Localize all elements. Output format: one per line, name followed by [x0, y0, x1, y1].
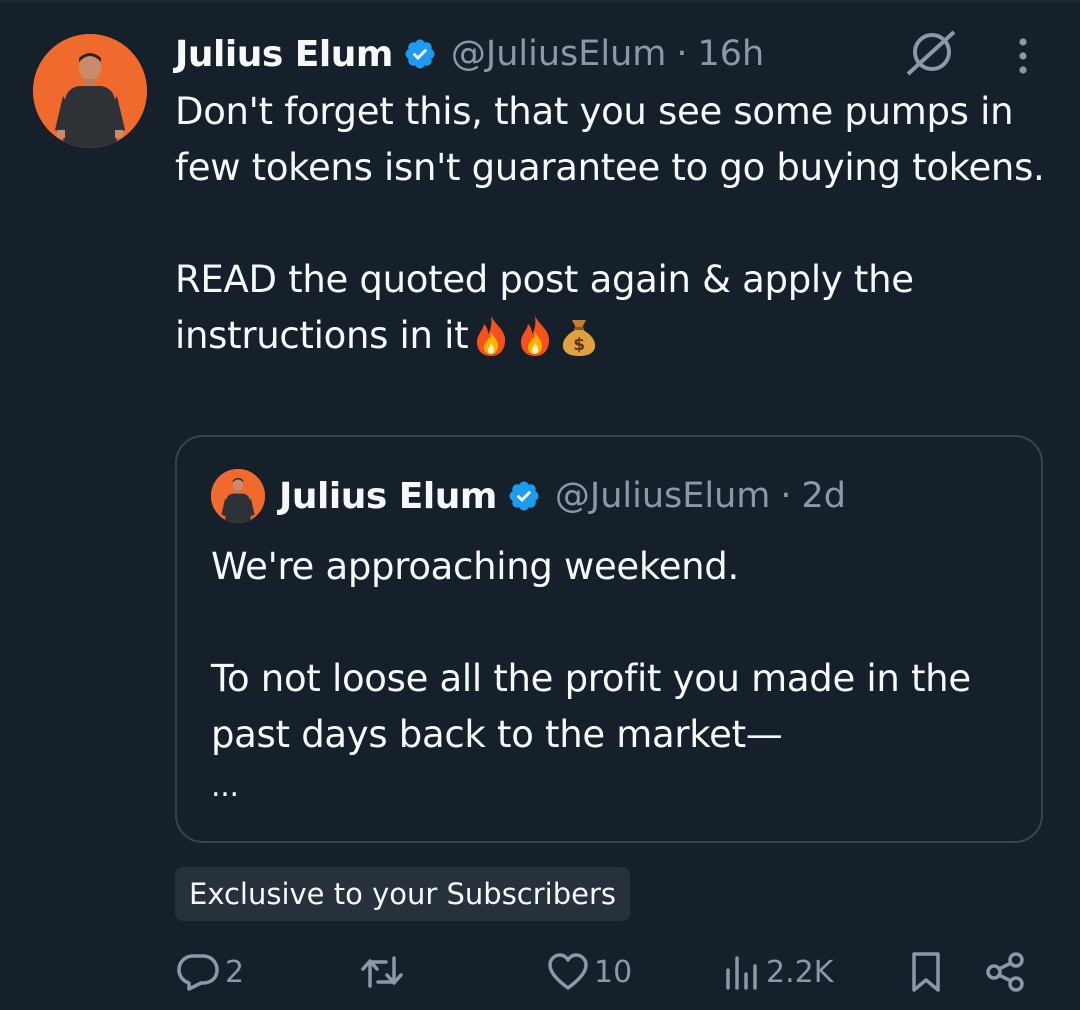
tweet-paragraph: READ the quoted post again & apply the i…	[175, 258, 914, 357]
bookmark-icon	[912, 952, 940, 992]
repost-button[interactable]	[358, 942, 410, 1002]
separator-dot: ·	[780, 476, 792, 516]
quoted-paragraph: We're approaching weekend.	[211, 545, 739, 588]
reply-icon	[177, 954, 219, 991]
like-count: 10	[594, 954, 633, 990]
quoted-author-handle: @JuliusElum	[554, 476, 771, 516]
quoted-header: Julius Elum @JuliusElum · 2d	[279, 471, 846, 521]
more-vertical-icon[interactable]	[1004, 34, 1042, 78]
views-button[interactable]: 2.2K	[722, 942, 833, 1002]
like-button[interactable]: 10	[546, 942, 632, 1002]
views-count: 2.2K	[766, 954, 834, 990]
fire-emoji-icon	[477, 316, 506, 356]
reply-button[interactable]: 2	[175, 942, 244, 1002]
quoted-text: We're approaching weekend. To not loose …	[211, 539, 1031, 811]
avatar-person-image	[33, 34, 147, 148]
quoted-ellipsis: ...	[211, 769, 239, 804]
svg-text:$: $	[574, 335, 586, 355]
bookmark-button[interactable]	[906, 942, 946, 1002]
tweet-paragraph: Don't forget this, that you see some pum…	[175, 90, 1045, 189]
quoted-paragraph: To not loose all the profit you made in …	[211, 657, 971, 756]
repost-icon	[361, 956, 403, 988]
verified-badge-icon	[509, 481, 539, 511]
post-time[interactable]: 16h	[698, 34, 765, 74]
views-chart-icon	[726, 956, 757, 990]
subscribers-badge: Exclusive to your Subscribers	[175, 867, 631, 921]
author-name[interactable]: Julius Elum	[175, 34, 393, 75]
reply-count: 2	[225, 954, 245, 990]
grok-icon[interactable]	[904, 28, 958, 78]
author-avatar[interactable]	[33, 34, 147, 148]
quoted-post-time: 2d	[801, 476, 847, 516]
avatar-person-image	[211, 469, 265, 523]
author-handle[interactable]: @JuliusElum	[451, 34, 667, 74]
tweet[interactable]: Julius Elum @JuliusElum · 16h Don't forg…	[0, 0, 1080, 1010]
separator-dot: ·	[676, 34, 688, 74]
tweet-header: Julius Elum @JuliusElum · 16h	[175, 30, 764, 78]
fire-emoji-icon	[521, 316, 550, 356]
heart-icon	[548, 953, 588, 990]
money-bag-emoji-icon: $	[563, 320, 596, 356]
quoted-author-avatar[interactable]	[211, 469, 265, 523]
share-button[interactable]	[984, 942, 1028, 1002]
action-bar: 2 10 2.2K	[0, 942, 1080, 1002]
quoted-post[interactable]: Julius Elum @JuliusElum · 2d We're appro…	[175, 435, 1043, 843]
tweet-text: Don't forget this, that you see some pum…	[175, 84, 1055, 364]
quoted-author-name: Julius Elum	[279, 475, 497, 517]
verified-badge-icon	[405, 39, 435, 69]
share-icon	[986, 952, 1024, 992]
